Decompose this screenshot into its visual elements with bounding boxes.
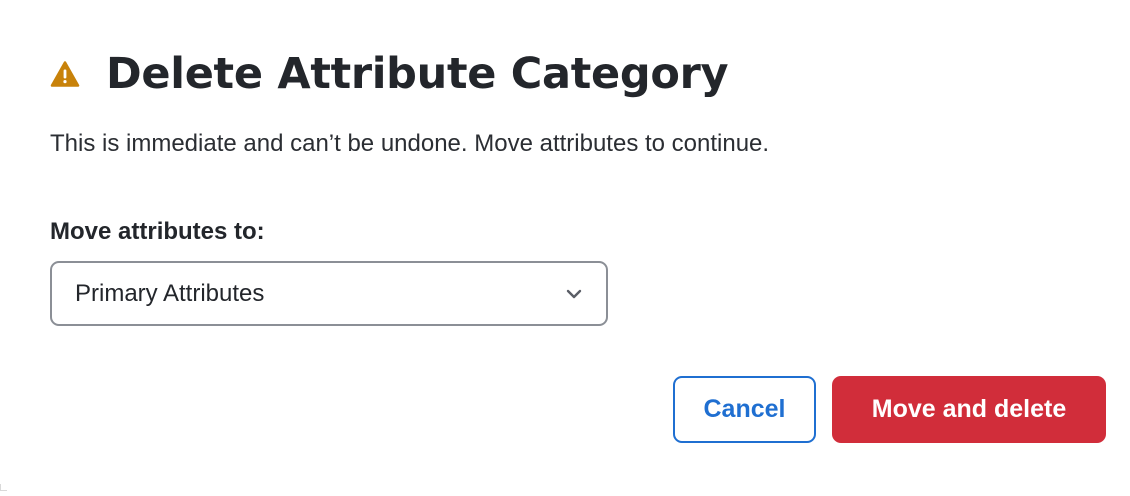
move-attributes-select[interactable]: Primary Attributes: [50, 261, 608, 326]
cancel-button[interactable]: Cancel: [673, 376, 816, 443]
move-and-delete-button[interactable]: Move and delete: [832, 376, 1106, 443]
delete-category-dialog: Delete Attribute Category This is immedi…: [0, 0, 1130, 496]
dialog-header: Delete Attribute Category: [50, 44, 729, 104]
resize-corner: [0, 484, 7, 491]
chevron-down-icon: [564, 284, 584, 304]
move-attributes-label: Move attributes to:: [50, 218, 265, 245]
dialog-description: This is immediate and can’t be undone. M…: [50, 130, 770, 157]
warning-icon: [50, 59, 80, 89]
select-value: Primary Attributes: [75, 279, 265, 307]
dialog-title: Delete Attribute Category: [106, 49, 729, 99]
